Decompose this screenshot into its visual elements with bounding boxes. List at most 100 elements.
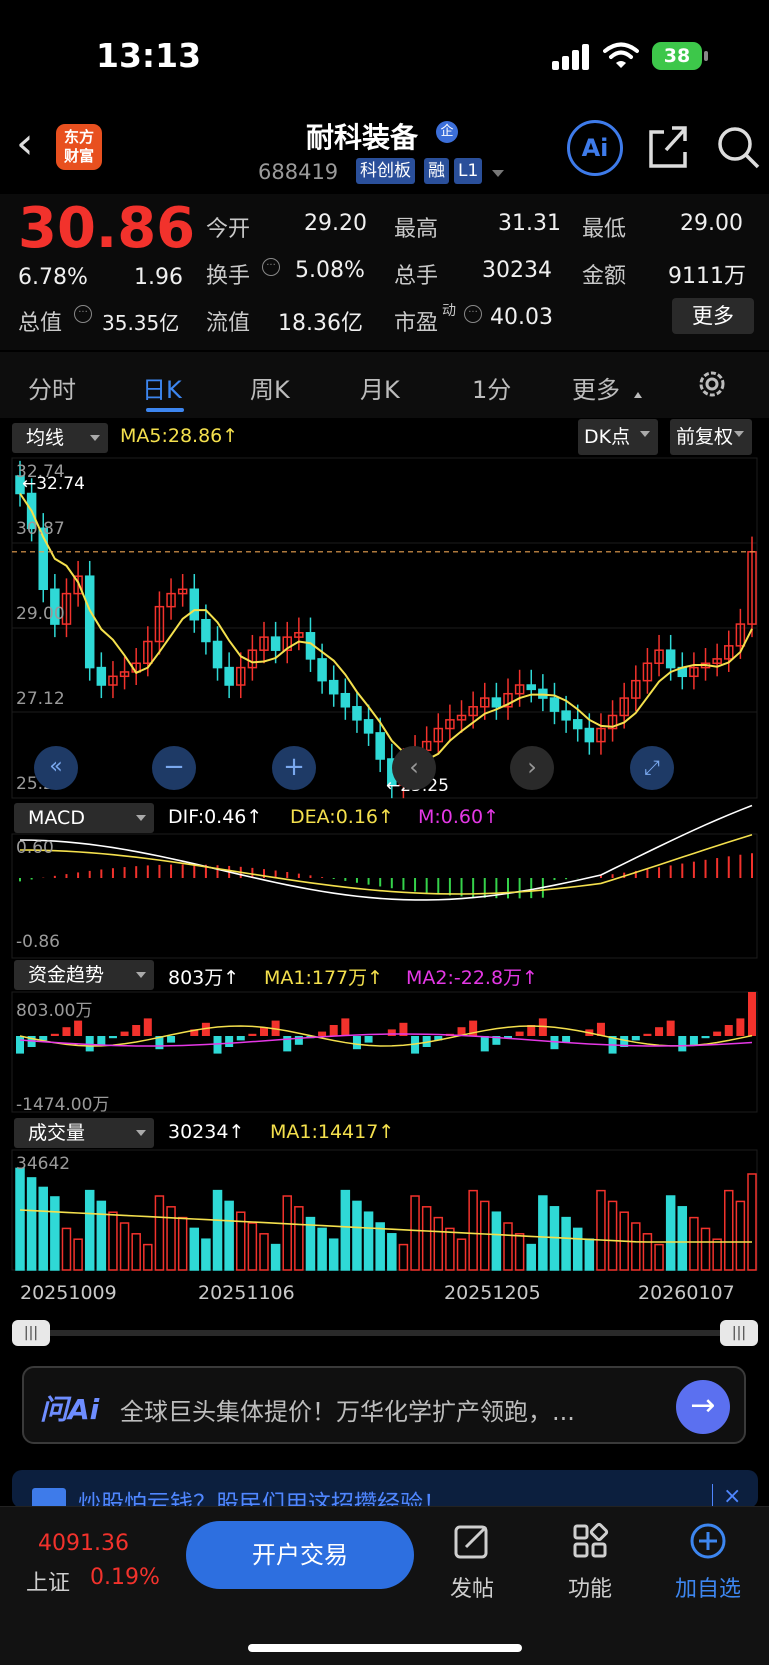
fund-bar [190,1029,199,1036]
fund-bottom: -1474.00万 [16,1095,110,1115]
fund-trend-selector[interactable]: 资金趋势 [14,960,154,990]
more-button[interactable]: 更多 [672,298,754,334]
tag-level: L1 [454,158,483,184]
chevron-down-icon[interactable] [492,170,504,177]
volume-bar [143,1243,153,1271]
period-tabs: 分时 日K 周K 月K 1分 更多 [0,352,769,418]
fund-value: 803万↑ [168,967,240,989]
info-icon[interactable]: ··· [74,305,92,323]
fund-bar [562,1036,571,1043]
fund-bar [62,1027,71,1036]
open-account-trade-button[interactable]: 开户交易 [186,1521,414,1589]
index-name[interactable]: 上证 [26,1565,70,1597]
fullscreen-button[interactable]: ⤢ [630,746,674,790]
candle-body [317,658,327,682]
candle-body [689,666,699,678]
zoom-in-button[interactable]: + [272,746,316,790]
macd-selector[interactable]: MACD [14,803,154,833]
tab-weekly-k[interactable]: 周K [250,370,290,405]
tab-active-indicator [146,408,184,412]
volume-bar [270,1243,281,1271]
fund-bar [16,1036,24,1054]
volume-bar [61,1227,72,1271]
pe-label: 市盈 [394,311,439,336]
gear-icon[interactable] [696,368,728,400]
scroll-right-button[interactable]: › [510,746,554,790]
candle-body [201,618,211,643]
ma-selector[interactable]: 均线 [12,423,108,453]
x-date: 20251009 [20,1282,117,1304]
forward-adjust-button[interactable]: 前复权 [670,419,752,455]
candle-body [654,649,664,664]
bottom-nav: 4091.36 上证 0.19% 开户交易 发帖 功能 加自选 [0,1506,769,1665]
scroll-left-button[interactable]: ‹ [392,746,436,790]
post-button[interactable]: 发帖 [432,1521,512,1603]
search-icon[interactable] [715,124,761,170]
tab-intraday[interactable]: 分时 [28,370,76,405]
zoom-out-button[interactable]: − [152,746,196,790]
index-change[interactable]: 0.19% [90,1565,160,1590]
tab-1min[interactable]: 1分 [472,370,511,405]
volume-bar [305,1216,316,1271]
candle-body [236,666,246,686]
fund-bar [457,1027,466,1036]
volume-bar [328,1238,339,1271]
range-handle-right[interactable]: ||| [720,1320,758,1346]
volume-bar [119,1222,130,1271]
banner-text: 炒股怕亏钱？股民们用这招攒经验！ [78,1491,446,1508]
index-value[interactable]: 4091.36 [38,1531,129,1556]
candle-body [514,684,525,695]
candle-body [607,714,618,730]
volume-bar [712,1238,722,1271]
fund-bar [596,1022,605,1036]
share-icon[interactable] [648,124,688,170]
signal-icon [552,44,592,70]
arrow-right-icon[interactable]: → [676,1380,730,1434]
range-track [32,1330,732,1336]
status-bar: 13:13 38 [0,0,769,110]
candle-body [282,636,292,651]
fund-bar [260,1027,268,1036]
float-label: 流值 [206,311,251,336]
fund-bar [50,1033,59,1036]
fund-bar [527,1025,536,1036]
scroll-left-fast-button[interactable]: « [34,746,78,790]
volume-bar [84,1189,95,1271]
fund-bar [550,1036,559,1050]
info-icon[interactable]: ··· [464,305,482,323]
fund-bar [39,1036,48,1041]
promo-banner[interactable]: 炒股怕亏钱？股民们用这招攒经验！ × [12,1470,758,1508]
ai-button[interactable]: Ai [567,120,623,176]
candle-body [224,666,234,686]
range-scrollbar[interactable]: ||| ||| [12,1320,758,1346]
candle-body [468,706,478,717]
fund-bar [480,1036,489,1052]
back-button[interactable]: ‹ [16,122,46,166]
macd-dif: DIF:0.46↑ [168,806,263,828]
fund-bar [399,1022,408,1036]
high-label: 最高 [394,217,439,242]
grid-icon [573,1522,609,1558]
volume-bar [352,1200,362,1271]
amount-label: 金额 [582,264,627,289]
features-button[interactable]: 功能 [550,1521,630,1603]
fund-bar [248,1033,257,1036]
tab-daily-k[interactable]: 日K [142,370,182,405]
volume-bar [73,1238,83,1271]
ask-ai-bar[interactable]: 问Ai 全球巨头集体提价！万华化学扩产领跑，... → [22,1366,746,1444]
candle-body [154,605,165,643]
fund-bar [318,1031,327,1036]
close-icon[interactable]: × [712,1484,741,1508]
volume-bar [247,1222,258,1271]
range-handle-left[interactable]: ||| [12,1320,50,1346]
dk-point-button[interactable]: DK点 [578,419,658,455]
candle-body [270,636,281,651]
volume-bar [433,1216,444,1271]
volume-top: 34642 [16,1154,71,1174]
volume-bar [677,1206,688,1271]
tab-monthly-k[interactable]: 月K [360,370,400,405]
add-watchlist-button[interactable]: 加自选 [668,1521,748,1603]
tab-more[interactable]: 更多 [572,370,620,405]
info-icon[interactable]: ··· [262,258,280,276]
volume-selector[interactable]: 成交量 [14,1118,154,1148]
